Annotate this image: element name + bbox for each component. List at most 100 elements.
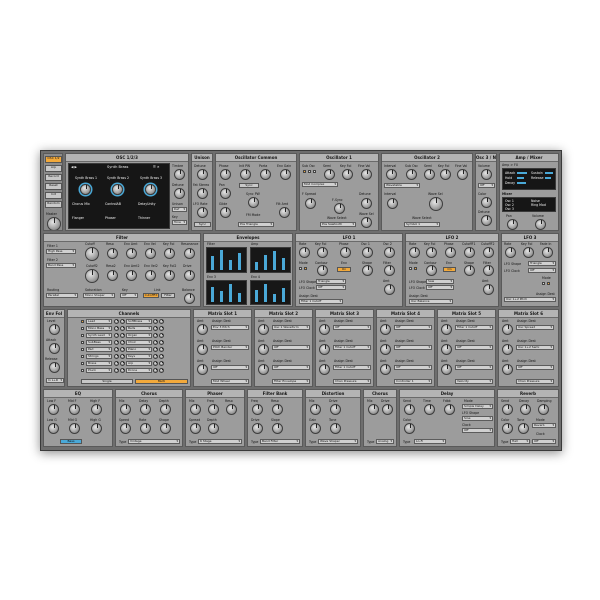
glide-knob[interactable] <box>220 207 231 218</box>
channel-volume-knob[interactable] <box>114 319 119 324</box>
channel-pan-knob[interactable] <box>120 326 125 331</box>
osc1-saw-toggle[interactable] <box>303 170 306 173</box>
lfo3-clock-select[interactable]: Off <box>528 268 556 273</box>
matrix-amount-knob[interactable] <box>258 364 269 375</box>
slot-1-sub2[interactable]: Flanger <box>72 216 84 220</box>
env3-attack-bar[interactable] <box>211 287 214 302</box>
delay-type-select[interactable]: Lo-Fi <box>414 439 446 444</box>
matrix-amount-knob[interactable] <box>380 324 391 335</box>
matrix-dest-select[interactable]: Off <box>455 345 493 350</box>
channel-b-pan-knob[interactable] <box>159 340 164 345</box>
channel-pan-knob[interactable] <box>120 354 125 359</box>
env-vel2-knob[interactable] <box>145 270 156 281</box>
filterbank-knob[interactable] <box>272 404 283 415</box>
env4-release-bar[interactable] <box>282 288 285 302</box>
matrix-amount-knob[interactable] <box>258 324 269 335</box>
matrix-source-select[interactable]: Controller 1 <box>394 379 432 384</box>
phase-knob[interactable] <box>220 169 231 180</box>
matrix-amount-knob[interactable] <box>258 344 269 355</box>
env-amt2-knob[interactable] <box>126 270 137 281</box>
amp-hold-bar[interactable] <box>517 177 524 179</box>
character-type-select[interactable]: Analog <box>376 439 394 444</box>
filt-amt-knob[interactable] <box>279 207 290 218</box>
envfol-input-select[interactable]: In L+R <box>46 378 64 383</box>
osc1-finevol-knob[interactable] <box>361 169 372 180</box>
matrix-source-select[interactable]: Chan Pressure <box>516 379 554 384</box>
lfo2-shape-knob[interactable] <box>464 265 475 276</box>
env-vel-knob[interactable] <box>145 248 156 259</box>
matrix-dest-select[interactable]: Osc 1+2 Semi <box>516 345 554 350</box>
eq-midf-knob[interactable] <box>69 404 80 415</box>
matrix-dest-select[interactable]: Osc 1 Waveform <box>272 325 310 330</box>
slot-3-sub2[interactable]: Thinner <box>138 216 150 220</box>
env-amt-knob[interactable] <box>126 248 137 259</box>
channel-preset-b-select[interactable]: SoftBrass <box>126 319 152 324</box>
amp-release-bar[interactable] <box>545 177 551 179</box>
osc2-interval-knob[interactable] <box>386 169 397 180</box>
init-pw-knob[interactable] <box>240 169 251 180</box>
channel-preset-b-select[interactable]: Organ <box>126 333 152 338</box>
unison-lforate-knob[interactable] <box>197 207 208 218</box>
amp-envelope-bars[interactable] <box>250 247 291 273</box>
key-fol2-knob[interactable] <box>164 270 175 281</box>
amp-env-decay-bar[interactable] <box>264 255 267 270</box>
filterbank-knob[interactable] <box>252 423 263 434</box>
matrix-amount-knob[interactable] <box>441 344 452 355</box>
sidebar-button-random[interactable]: Random <box>45 201 62 208</box>
osc1-tri-toggle[interactable] <box>308 170 311 173</box>
distortion-type-select[interactable]: Wave Shaper <box>318 439 358 444</box>
channel-b-volume-knob[interactable] <box>153 333 158 338</box>
sync-pw-knob[interactable] <box>248 197 259 208</box>
timbre-knob[interactable] <box>174 169 185 180</box>
channel-volume-knob[interactable] <box>114 368 119 373</box>
amp-pan-knob[interactable] <box>507 219 518 230</box>
lfo3-rate-knob[interactable] <box>505 247 516 258</box>
channel-volume-knob[interactable] <box>114 333 119 338</box>
character-knob[interactable] <box>382 404 393 415</box>
channel-b-volume-knob[interactable] <box>153 368 158 373</box>
phaser-type-select[interactable]: 6 Stage <box>198 439 242 444</box>
lfo1-rate-knob[interactable] <box>299 247 310 258</box>
osc1-keyfol-knob[interactable] <box>342 169 353 180</box>
channel-pan-knob[interactable] <box>120 368 125 373</box>
reverb-knob[interactable] <box>502 404 513 415</box>
lfo2-cutofff2-knob[interactable] <box>483 247 494 258</box>
matrix-dest-select[interactable]: Off <box>333 325 371 330</box>
matrix-dest-select[interactable]: Off <box>394 325 432 330</box>
channel-pan-knob[interactable] <box>120 347 125 352</box>
routing-select[interactable]: Parallel <box>46 293 78 298</box>
reverb-knob[interactable] <box>538 404 549 415</box>
amp-volume-knob[interactable] <box>535 219 546 230</box>
slot-2-sub1[interactable]: ControlAB <box>105 202 121 206</box>
delay-knob[interactable] <box>424 404 435 415</box>
channel-b-pan-knob[interactable] <box>159 319 164 324</box>
osc-detune-knob[interactable] <box>174 188 185 199</box>
matrix-dest-select[interactable]: Off <box>455 365 493 370</box>
slot-2-sub2[interactable]: Phaser <box>105 216 116 220</box>
env3-release-bar[interactable] <box>238 293 241 302</box>
lfo3-assign-select[interactable]: Osc 1+2 Pitch <box>504 297 556 302</box>
pan-knob[interactable] <box>220 188 231 199</box>
env3-decay-bar[interactable] <box>220 291 223 302</box>
porta-knob[interactable] <box>260 169 271 180</box>
channel-pan-knob[interactable] <box>120 340 125 345</box>
channel-b-pan-knob[interactable] <box>159 361 164 366</box>
lfo2-shape-select[interactable]: Saw <box>426 279 454 284</box>
matrix-dest-select[interactable]: Osc Spread <box>516 325 554 330</box>
channel-b-volume-knob[interactable] <box>153 340 158 345</box>
matrix-amount-knob[interactable] <box>197 364 208 375</box>
channel-b-volume-knob[interactable] <box>153 319 158 324</box>
filter1-type-select[interactable]: High Pass <box>46 249 76 254</box>
chorus-knob[interactable] <box>120 404 131 415</box>
character-knob[interactable] <box>368 404 379 415</box>
matrix-dest-select[interactable]: Off <box>516 365 554 370</box>
env-gain-knob[interactable] <box>280 169 291 180</box>
single-mode-button[interactable]: Single <box>81 379 133 384</box>
chorus-knob[interactable] <box>160 404 171 415</box>
reso-knob[interactable] <box>107 248 118 259</box>
matrix-dest-select[interactable]: Off <box>272 365 310 370</box>
channel-preset-select[interactable]: Mono Bass <box>86 326 112 331</box>
matrix-amount-knob[interactable] <box>441 364 452 375</box>
matrix-dest-select[interactable]: Off <box>272 345 310 350</box>
channel-preset-b-select[interactable]: Drone <box>126 368 152 373</box>
